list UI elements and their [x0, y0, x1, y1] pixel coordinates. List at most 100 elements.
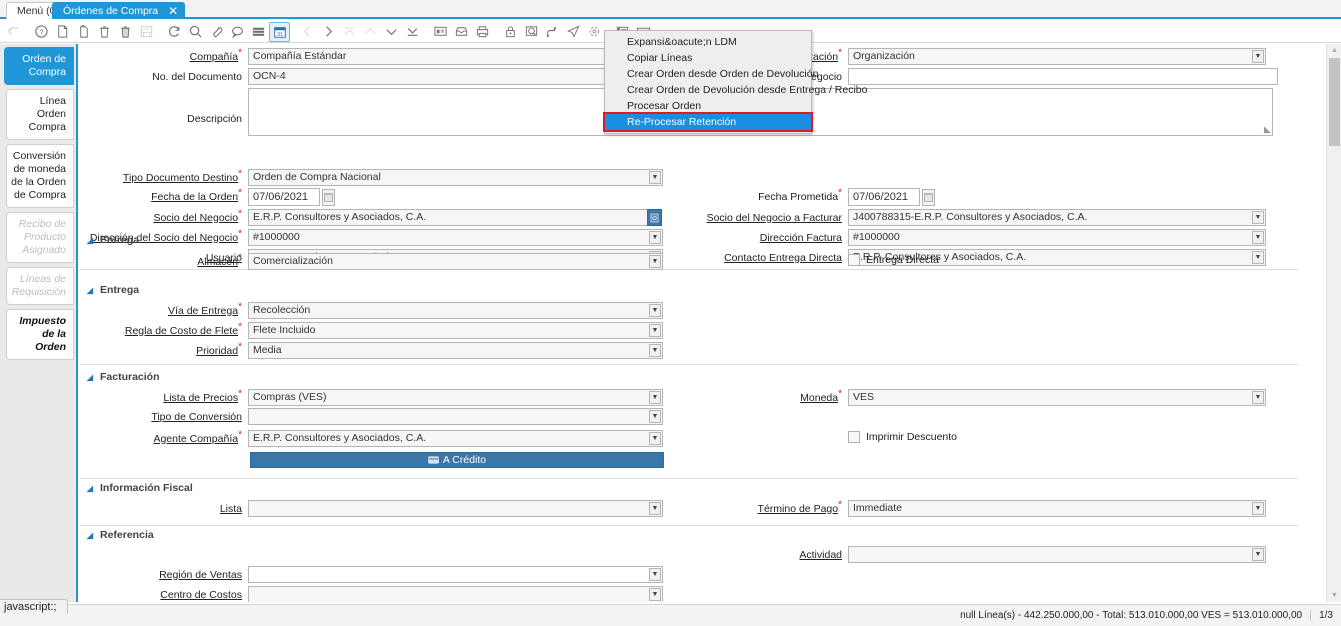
select-termino-pago[interactable]: Immediate ▼: [848, 500, 1266, 517]
first-record-icon[interactable]: [339, 22, 360, 42]
sidebar-item-lineas-requisicion[interactable]: Líneas de Requisición: [6, 267, 74, 305]
chevron-down-icon[interactable]: ▼: [649, 231, 661, 244]
select-organizacion[interactable]: Organización ▼: [848, 48, 1266, 65]
chat-icon[interactable]: [227, 22, 248, 42]
chevron-down-icon[interactable]: ▼: [649, 502, 661, 515]
last-record-icon[interactable]: [402, 22, 423, 42]
close-icon[interactable]: ✕: [168, 4, 178, 18]
section-header-entrega-envio[interactable]: ◢ Entrega: [85, 284, 139, 296]
chevron-down-icon[interactable]: ▼: [1252, 251, 1264, 264]
collapse-caret-icon[interactable]: ◢: [85, 285, 95, 295]
select-centro-costos[interactable]: ▼: [248, 586, 663, 602]
chevron-down-icon[interactable]: ▼: [649, 324, 661, 337]
select-moneda[interactable]: VES ▼: [848, 389, 1266, 406]
menu-item-re-procesar-retencion[interactable]: Re-Procesar Retención: [605, 114, 811, 130]
chevron-down-icon[interactable]: ▼: [1252, 231, 1264, 244]
archive-icon[interactable]: [451, 22, 472, 42]
input-no-documento[interactable]: OCN-4: [248, 68, 663, 85]
sidebar-item-conversion-moneda[interactable]: Conversión de moneda de la Orden de Comp…: [6, 144, 74, 208]
collapse-caret-icon[interactable]: ◢: [85, 483, 95, 493]
select-direccion-socio[interactable]: #1000000 ▼: [248, 229, 663, 246]
select-almacen[interactable]: Comercialización ▼: [248, 253, 663, 270]
chevron-down-icon[interactable]: ▼: [649, 432, 661, 445]
menu-item-crear-orden-devolucion-desde-entrega-recibo[interactable]: Crear Orden de Devolución desde Entrega …: [605, 82, 811, 98]
find-icon[interactable]: [185, 22, 206, 42]
undo-icon[interactable]: [3, 22, 24, 42]
scrollbar-thumb[interactable]: [1329, 58, 1340, 146]
scroll-down-icon[interactable]: ▼: [1327, 589, 1341, 602]
section-header-entrega-almacen[interactable]: ◢ Entrega: [85, 234, 139, 246]
lock-icon[interactable]: [500, 22, 521, 42]
menu-item-procesar-orden[interactable]: Procesar Orden: [605, 98, 811, 114]
delete-selection-icon[interactable]: [115, 22, 136, 42]
chevron-down-icon[interactable]: ▼: [649, 171, 661, 184]
next-record-icon[interactable]: [318, 22, 339, 42]
chevron-down-icon[interactable]: ▼: [1252, 502, 1264, 515]
scroll-up-icon[interactable]: ▲: [1327, 44, 1341, 57]
chevron-down-icon[interactable]: ▼: [649, 344, 661, 357]
select-lista[interactable]: ▼: [248, 500, 663, 517]
chevron-down-icon[interactable]: ▼: [1252, 50, 1264, 63]
sidebar-item-recibo-producto-asignado[interactable]: Recibo de Producto Asignado: [6, 212, 74, 263]
resize-grip-icon[interactable]: ◢: [1264, 124, 1271, 135]
parent-record-icon[interactable]: [360, 22, 381, 42]
collapse-caret-icon[interactable]: ◢: [85, 530, 95, 540]
select-agente-compania[interactable]: E.R.P. Consultores y Asociados, C.A. ▼: [248, 430, 663, 447]
collapse-caret-icon[interactable]: ◢: [85, 235, 95, 245]
a-credito-button[interactable]: A Crédito: [250, 452, 664, 468]
section-header-facturacion[interactable]: ◢ Facturación: [85, 371, 160, 383]
calendar-picker-icon[interactable]: [322, 189, 335, 206]
input-compania[interactable]: Compañía Estándar: [248, 48, 663, 65]
delete-record-icon[interactable]: [94, 22, 115, 42]
process-icon[interactable]: [584, 22, 605, 42]
section-header-informacion-fiscal[interactable]: ◢ Información Fiscal: [85, 482, 193, 494]
select-prioridad[interactable]: Media ▼: [248, 342, 663, 359]
select-regla-costo-flete[interactable]: Flete Incluido ▼: [248, 322, 663, 339]
select-actividad[interactable]: ▼: [848, 546, 1266, 563]
tab-ordenes-de-compra[interactable]: Órdenes de Compra ✕: [52, 2, 185, 19]
request-icon[interactable]: [563, 22, 584, 42]
help-icon[interactable]: ?: [31, 22, 52, 42]
chevron-down-icon[interactable]: ▼: [649, 588, 661, 601]
chevron-down-icon[interactable]: ▼: [1252, 211, 1264, 224]
section-header-referencia[interactable]: ◢ Referencia: [85, 529, 154, 541]
select-tipo-documento-destino[interactable]: Orden de Compra Nacional ▼: [248, 169, 663, 186]
checkbox-imprimir-descuento[interactable]: [848, 431, 860, 443]
input-socio-negocio[interactable]: E.R.P. Consultores y Asociados, C.A.: [248, 209, 648, 226]
copy-record-icon[interactable]: [73, 22, 94, 42]
sidebar-item-orden-de-compra[interactable]: Orden de Compra: [4, 47, 74, 85]
chevron-down-icon[interactable]: ▼: [1252, 548, 1264, 561]
chevron-down-icon[interactable]: ▼: [649, 255, 661, 268]
input-campana-negocio[interactable]: [848, 68, 1278, 85]
search-record-icon[interactable]: [647, 209, 662, 226]
checkbox-entrega-directa[interactable]: [848, 254, 860, 266]
refresh-icon[interactable]: [164, 22, 185, 42]
select-via-entrega[interactable]: Recolección ▼: [248, 302, 663, 319]
menu-item-expansion-ldm[interactable]: Expansi&oacute;n LDM: [605, 34, 811, 50]
sidebar-item-linea-orden-compra[interactable]: Línea Orden Compra: [6, 89, 74, 140]
select-lista-precios[interactable]: Compras (VES) ▼: [248, 389, 663, 406]
chevron-down-icon[interactable]: ▼: [649, 568, 661, 581]
chevron-down-icon[interactable]: ▼: [649, 304, 661, 317]
report-icon[interactable]: [430, 22, 451, 42]
detail-record-icon[interactable]: [381, 22, 402, 42]
sidebar-item-impuesto-de-la-orden[interactable]: Impuesto de la Orden: [6, 309, 74, 360]
chevron-down-icon[interactable]: ▼: [1252, 391, 1264, 404]
chevron-down-icon[interactable]: ▼: [649, 410, 661, 423]
calendar-picker-icon[interactable]: [922, 189, 935, 206]
select-direccion-factura[interactable]: #1000000 ▼: [848, 229, 1266, 246]
chevron-down-icon[interactable]: ▼: [649, 391, 661, 404]
zoom-across-icon[interactable]: [521, 22, 542, 42]
workflow-icon[interactable]: [542, 22, 563, 42]
new-record-icon[interactable]: [52, 22, 73, 42]
calendar-icon[interactable]: 31: [269, 22, 290, 42]
previous-record-icon[interactable]: [297, 22, 318, 42]
input-fecha-orden[interactable]: 07/06/2021: [248, 188, 320, 206]
vertical-scrollbar[interactable]: ▲ ▼: [1326, 44, 1341, 602]
select-tipo-conversion[interactable]: ▼: [248, 408, 663, 425]
input-fecha-prometida[interactable]: 07/06/2021: [848, 188, 920, 206]
menu-item-copiar-lineas[interactable]: Copiar Líneas: [605, 50, 811, 66]
menu-item-crear-orden-desde-orden-devolucion[interactable]: Crear Orden desde Orden de Devolución: [605, 66, 811, 82]
print-icon[interactable]: [472, 22, 493, 42]
select-region-ventas[interactable]: ▼: [248, 566, 663, 583]
